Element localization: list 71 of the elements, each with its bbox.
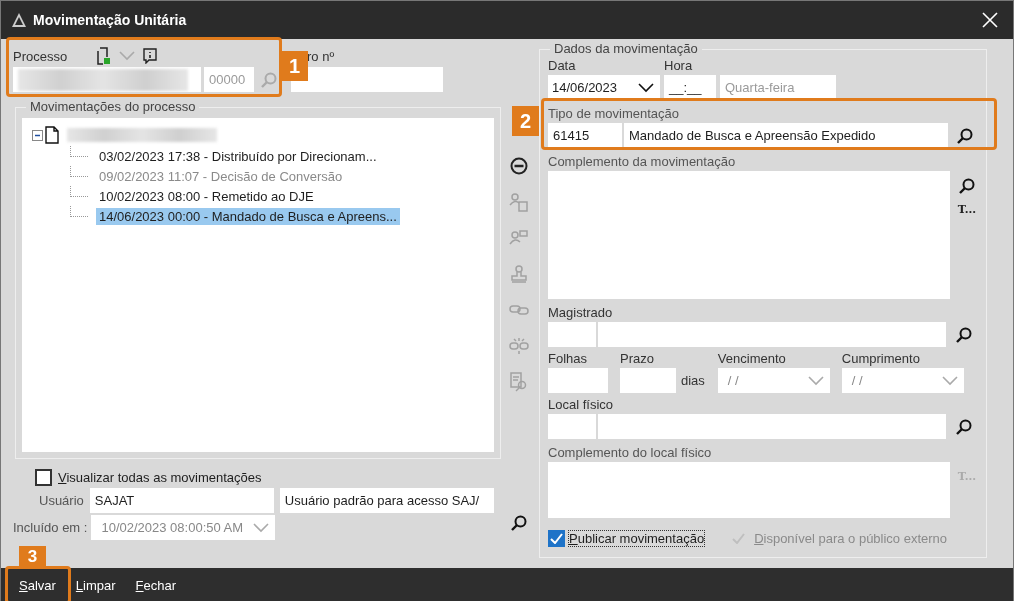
text-button[interactable]: T...	[954, 203, 980, 216]
checkbox-label: Disponível para o público externo	[754, 531, 948, 546]
checkbox-label: Visualizar todas as movimentações	[58, 470, 262, 485]
step-badge: 1	[281, 51, 308, 81]
field-label: Folhas	[548, 351, 589, 366]
field-label: Local físico	[548, 397, 615, 412]
field-label: Hora	[664, 58, 694, 73]
checkbox-label: Publicar movimentação	[569, 531, 705, 546]
group-title: Movimentações do processo	[26, 99, 200, 114]
document-search-icon	[509, 371, 529, 392]
field-label: Vencimento	[717, 351, 787, 366]
due-date-field[interactable]: / /	[717, 368, 830, 393]
dropdown-caret-icon[interactable]	[119, 51, 135, 61]
field-label: dias	[681, 373, 705, 388]
search-icon[interactable]	[958, 177, 976, 195]
checkbox[interactable]	[548, 530, 565, 547]
search-icon[interactable]	[955, 325, 973, 344]
field-label: Prazo	[620, 351, 655, 366]
type-code-field[interactable]: 61415	[548, 123, 622, 148]
type-name-field[interactable]: Mandado de Busca e Apreensão Expedido	[624, 123, 948, 148]
close-icon	[982, 12, 998, 28]
tree-item[interactable]: 10/02/2023 08:00 - Remetido ao DJE	[96, 187, 317, 205]
location-code-field[interactable]	[548, 414, 596, 439]
deadline-field[interactable]	[620, 368, 676, 393]
link-icon	[509, 302, 529, 317]
tree-item[interactable]: 14/06/2023 00:00 - Mandado de Busca e Apreens...	[96, 207, 400, 225]
tree-item[interactable]: 03/02/2023 17:38 - Distribuído por Direcionam...	[96, 147, 380, 165]
field-label: Data	[548, 58, 577, 73]
checkbox[interactable]	[35, 469, 52, 486]
user-code-field[interactable]: SAJAT	[89, 488, 274, 513]
search-icon[interactable]	[955, 417, 973, 436]
location-complement-textarea[interactable]	[548, 462, 950, 518]
document-icon	[45, 126, 59, 144]
footer-button[interactable]: Fechar	[127, 571, 185, 599]
field-label: Tipo de movimentação	[548, 106, 681, 121]
collapse-icon[interactable]	[32, 129, 43, 141]
field-label: Complemento da movimentação	[548, 154, 737, 169]
weekday-field: Quarta-feira	[720, 75, 836, 100]
chevron-down-icon[interactable]	[638, 82, 654, 93]
logo-icon	[11, 12, 27, 28]
judge-name-field[interactable]	[598, 322, 946, 347]
complement-textarea[interactable]	[548, 171, 950, 299]
group-title: Dados da movimentação	[550, 41, 702, 56]
new-document-icon[interactable]	[95, 47, 111, 65]
completion-date-field[interactable]: / /	[841, 368, 964, 393]
broken-link-icon	[509, 336, 529, 355]
time-field[interactable]: __:__	[664, 75, 716, 100]
stamp-icon	[509, 263, 529, 284]
window-title: Movimentação Unitária	[33, 12, 188, 28]
location-name-field[interactable]	[598, 414, 946, 439]
pages-field[interactable]	[548, 368, 608, 393]
field-label: Processo	[13, 48, 69, 64]
step-badge: 3	[19, 546, 46, 567]
step-badge: 2	[512, 106, 539, 136]
user-name-field[interactable]: Usuário padrão para acesso SAJ/	[279, 488, 494, 513]
judge-code-field[interactable]	[548, 322, 596, 347]
included-date-field[interactable]: 10/02/2023 08:00:50 AM	[91, 515, 276, 540]
info-document-icon[interactable]	[143, 48, 157, 64]
field-label: Complemento do local físico	[548, 445, 713, 460]
field-label: ro nº	[307, 48, 335, 64]
field-label: Magistrado	[548, 305, 614, 320]
field-label: Incluído em :	[13, 520, 88, 535]
date-field[interactable]: 14/06/2023	[548, 75, 660, 100]
field-label: Cumprimento	[841, 351, 921, 366]
search-icon[interactable]	[510, 514, 528, 532]
remove-icon	[510, 156, 528, 175]
search-icon[interactable]	[956, 126, 974, 145]
field-label: Usuário	[39, 493, 84, 508]
person-document-icon	[509, 191, 529, 212]
footer-button[interactable]: Limpar	[67, 571, 124, 599]
process-number-field[interactable]	[13, 67, 201, 92]
